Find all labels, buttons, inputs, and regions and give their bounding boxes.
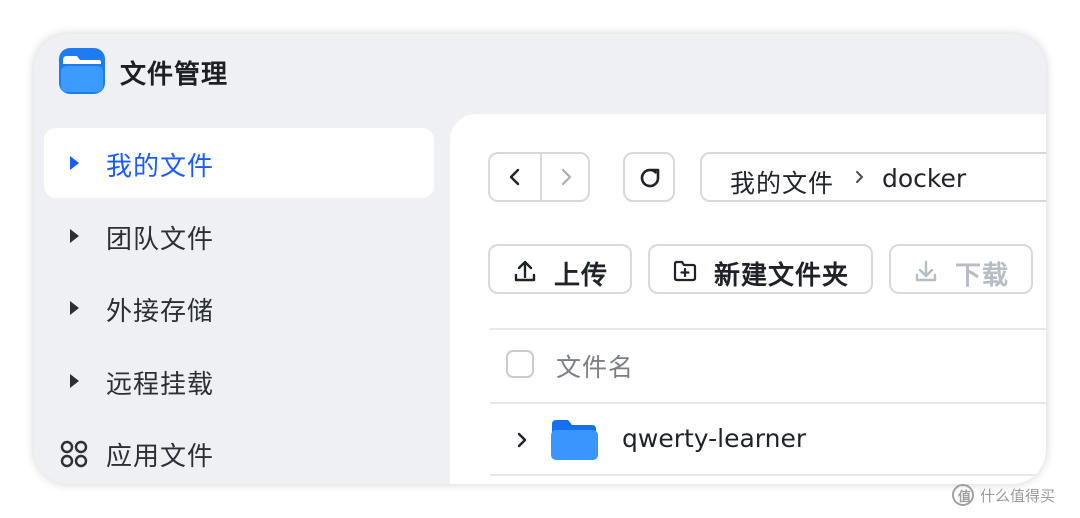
caret-right-icon <box>70 374 79 388</box>
download-button-label: 下载 <box>955 261 1010 291</box>
sidebar-item-label: 我的文件 <box>106 152 215 182</box>
apps-grid-icon <box>60 440 88 468</box>
breadcrumb: 我的文件 docker <box>700 152 1046 202</box>
file-manager-window: 文件管理 我的文件 团队文件 外接存储 远程挂载 应用文件 我的文件 docke… <box>34 34 1046 484</box>
breadcrumb-current[interactable]: docker <box>882 164 966 193</box>
file-manager-app-icon <box>59 48 105 94</box>
breadcrumb-root[interactable]: 我的文件 <box>730 164 834 200</box>
download-button[interactable]: 下载 <box>889 244 1033 294</box>
watermark-logo: 值 <box>952 484 974 506</box>
download-icon <box>915 260 937 282</box>
sidebar-item-my-files[interactable]: 我的文件 <box>44 128 434 198</box>
history-nav-group <box>488 152 590 202</box>
column-header-filename[interactable]: 文件名 <box>556 348 634 384</box>
sidebar-item-external-storage[interactable]: 外接存储 <box>44 273 434 343</box>
folder-icon <box>551 420 598 460</box>
sidebar-item-label: 团队文件 <box>106 225 215 255</box>
refresh-icon <box>640 168 660 188</box>
sidebar-item-label: 外接存储 <box>106 297 215 327</box>
watermark-text: 什么值得买 <box>980 487 1056 505</box>
main-panel: 我的文件 docker 上传 新建文件夹 下载 文件名 qwerty-learn… <box>450 114 1046 484</box>
caret-right-icon <box>70 301 79 315</box>
new-folder-button-label: 新建文件夹 <box>714 261 850 291</box>
file-name[interactable]: qwerty-learner <box>622 424 806 453</box>
back-button[interactable] <box>490 154 542 200</box>
chevron-right-icon <box>561 168 572 186</box>
sidebar-item-app-files[interactable]: 应用文件 <box>44 418 434 484</box>
sidebar-item-team-files[interactable]: 团队文件 <box>44 201 434 271</box>
new-folder-button[interactable]: 新建文件夹 <box>648 244 873 294</box>
chevron-right-icon[interactable] <box>514 430 530 450</box>
select-all-checkbox[interactable] <box>506 350 534 378</box>
divider <box>490 474 1046 476</box>
app-title: 文件管理 <box>120 60 229 90</box>
upload-icon <box>514 260 536 282</box>
caret-right-icon <box>70 156 79 170</box>
chevron-left-icon <box>509 168 520 186</box>
forward-button[interactable] <box>541 154 588 200</box>
sidebar-item-label: 应用文件 <box>106 442 215 472</box>
sidebar-item-remote-mount[interactable]: 远程挂载 <box>44 346 434 416</box>
new-folder-icon <box>673 260 697 282</box>
chevron-right-icon <box>856 171 863 183</box>
refresh-button[interactable] <box>623 152 675 202</box>
upload-button-label: 上传 <box>554 261 609 291</box>
file-row[interactable]: qwerty-learner <box>490 404 1046 474</box>
divider <box>490 328 1046 330</box>
sidebar-item-label: 远程挂载 <box>106 370 215 400</box>
watermark: 值 什么值得买 <box>952 484 1072 508</box>
caret-right-icon <box>70 229 79 243</box>
upload-button[interactable]: 上传 <box>488 244 632 294</box>
